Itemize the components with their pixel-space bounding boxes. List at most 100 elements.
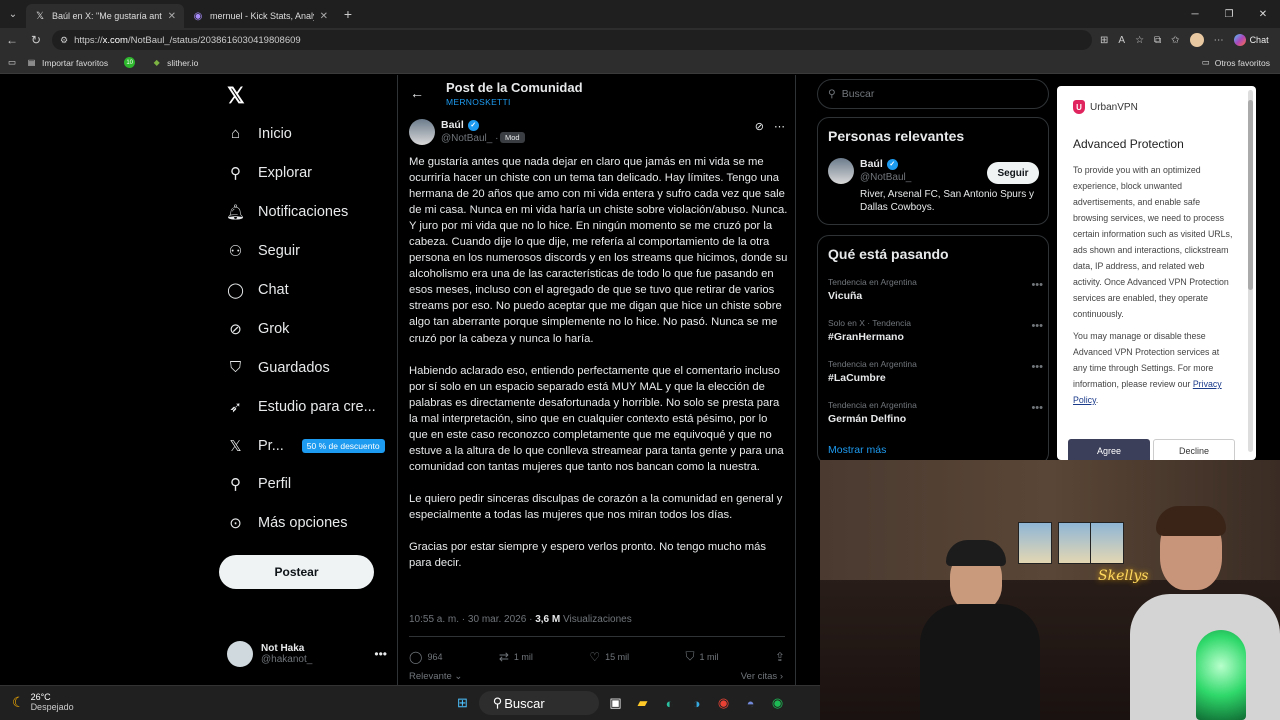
tab-sidebar-icon[interactable]: ▭ <box>8 57 16 68</box>
streamer-left <box>920 540 1040 720</box>
grok-explain-icon[interactable]: ⊘ <box>755 120 764 133</box>
app-install-icon[interactable]: ⊞ <box>1100 35 1108 46</box>
view-quotes-link[interactable]: Ver citas › <box>741 671 783 682</box>
avatar <box>227 641 253 667</box>
tab-actions-menu[interactable]: ⌄ <box>0 0 26 28</box>
nav-label: Notificaciones <box>258 203 349 220</box>
discord-icon[interactable]: ◓ <box>740 693 761 714</box>
close-tab-icon[interactable]: ✕ <box>168 11 176 22</box>
home-icon: ⌂ <box>230 125 241 142</box>
more-menu-icon[interactable]: ⋯ <box>1214 35 1224 46</box>
nav-item-home[interactable]: ⌂ Inicio <box>227 125 292 142</box>
urbanvpn-consent-popup: U UrbanVPN Advanced Protection To provid… <box>1057 86 1256 460</box>
file-explorer-icon[interactable]: ▰ <box>632 693 653 714</box>
author-name[interactable]: Baúl ✓ <box>441 119 479 131</box>
more-dots-icon[interactable]: ⋯ <box>774 120 785 133</box>
nav-item-chat[interactable]: ◯ Chat <box>227 281 289 299</box>
profile-avatar-icon[interactable] <box>1189 33 1204 47</box>
nav-item-bookmarks[interactable]: ⛉ Guardados <box>227 359 330 376</box>
card-title: Qué está pasando <box>828 246 949 262</box>
account-switcher[interactable]: Not Haka @hakanot_ ••• <box>227 641 387 667</box>
nav-item-explore[interactable]: ⚲ Explorar <box>227 164 312 182</box>
nav-item-more[interactable]: ⊙ Más opciones <box>227 514 347 532</box>
verified-badge-icon: ✓ <box>467 119 479 131</box>
bookmark-button[interactable]: ⛉ 1 mil <box>686 649 719 664</box>
person-name[interactable]: Baúl ✓ <box>860 158 898 170</box>
back-arrow-icon[interactable]: ← <box>410 85 424 101</box>
copilot-chat-button[interactable]: Chat <box>1233 34 1269 46</box>
show-more-link[interactable]: Mostrar más <box>828 444 886 456</box>
restore-icon[interactable]: ❐ <box>1212 0 1246 28</box>
back-icon[interactable]: ← <box>0 33 24 47</box>
follow-button[interactable]: Seguir <box>987 162 1039 184</box>
edge-dev-icon[interactable]: ◑ <box>686 693 707 714</box>
post-button[interactable]: Postear <box>219 555 374 589</box>
trend-item[interactable]: Solo en X · Tendencia #GranHermano ••• <box>828 318 1043 343</box>
browser-tab-active[interactable]: 𝕏 Baúl en X: "Me gustaría antes que ✕ <box>26 4 184 28</box>
spotify-icon[interactable]: ◉ <box>767 693 788 714</box>
post-header-actions: ⊘ ⋯ <box>755 120 785 133</box>
favorites-icon[interactable]: ✩ <box>1171 35 1179 46</box>
repost-button[interactable]: ⇄ 1 mil <box>499 649 533 664</box>
close-tab-icon[interactable]: ✕ <box>320 11 328 22</box>
weather-widget[interactable]: ☾ 26°C Despejado <box>12 692 74 712</box>
task-view-icon[interactable]: ▣ <box>605 693 626 714</box>
close-window-icon[interactable]: ✕ <box>1246 0 1280 28</box>
new-tab-button[interactable]: + <box>336 6 360 22</box>
avatar[interactable] <box>828 158 854 184</box>
more-circle-icon: ⊙ <box>229 514 242 532</box>
trend-item[interactable]: Tendencia en Argentina #LaCumbre ••• <box>828 359 1043 384</box>
reply-button[interactable]: ◯ 964 <box>409 649 442 664</box>
favorite-star-icon[interactable]: ☆ <box>1135 35 1144 46</box>
more-dots-icon[interactable]: ••• <box>374 647 387 661</box>
extensions-icon[interactable]: ⧉ <box>1154 35 1161 46</box>
browser-tab[interactable]: ◉ mernuel - Kick Stats, Analytics and ✕ <box>184 4 336 28</box>
folder-import-icon: ▤ <box>27 58 36 67</box>
more-dots-icon[interactable]: ••• <box>1031 361 1043 373</box>
read-aloud-icon[interactable]: A <box>1118 35 1125 46</box>
url-field[interactable]: ⚙ https://x.com/NotBaul_/status/20386160… <box>52 30 1092 50</box>
nav-item-premium[interactable]: 𝕏 Pr... 50 % de descuento <box>227 437 385 455</box>
search-input[interactable]: ⚲ Buscar <box>817 79 1049 109</box>
avatar[interactable] <box>409 119 435 145</box>
bookmark-10[interactable]: 10 <box>124 57 136 68</box>
taskbar-search[interactable]: ⚲ Buscar <box>479 691 599 715</box>
site-info-icon[interactable]: ⚙ <box>60 35 68 46</box>
more-dots-icon[interactable]: ••• <box>1031 402 1043 414</box>
trend-item[interactable]: Tendencia en Argentina Germán Delfino ••… <box>828 400 1043 425</box>
minimize-icon[interactable]: ─ <box>1178 0 1212 28</box>
sort-replies-dropdown[interactable]: Relevante ⌄ <box>409 671 462 682</box>
nav-item-grok[interactable]: ⊘ Grok <box>227 320 289 338</box>
decline-button[interactable]: Decline <box>1153 439 1235 460</box>
start-windows-icon[interactable]: ⊞ <box>452 693 473 714</box>
divider <box>409 636 785 637</box>
share-button[interactable]: ⇪ <box>775 649 785 664</box>
bookmark-import[interactable]: ▤ Importar favoritos <box>26 57 108 68</box>
reload-icon[interactable]: ↻ <box>24 33 48 47</box>
community-link[interactable]: MERNOSKETTI <box>446 97 511 107</box>
person-icon: ⚲ <box>230 475 241 493</box>
nav-item-follow[interactable]: ⚇ Seguir <box>227 242 300 260</box>
hair <box>1156 506 1226 536</box>
like-button[interactable]: ♡ 15 mil <box>589 649 629 664</box>
timestamp[interactable]: 10:55 a. m. · 30 mar. 2026 · <box>409 614 532 625</box>
repost-icon: ⇄ <box>498 649 509 664</box>
more-dots-icon[interactable]: ••• <box>1031 279 1043 291</box>
post-paragraph: Habiendo aclarado eso, entiendo perfecta… <box>409 364 784 473</box>
edge-icon[interactable]: ◐ <box>659 693 680 714</box>
nav-item-profile[interactable]: ⚲ Perfil <box>227 475 291 493</box>
more-dots-icon[interactable]: ••• <box>1031 320 1043 332</box>
search-placeholder: Buscar <box>841 88 875 100</box>
nav-item-notifications[interactable]: 🔔︎ Notificaciones <box>226 203 349 221</box>
agree-button[interactable]: Agree <box>1068 439 1150 460</box>
other-bookmarks[interactable]: ▭ Otros favoritos <box>1202 57 1270 68</box>
author-handle[interactable]: @NotBaul_ · <box>441 133 498 144</box>
scrollbar-thumb[interactable] <box>1248 100 1253 290</box>
bookmark-slither[interactable]: ◆ slither.io <box>151 57 199 68</box>
card-title: Personas relevantes <box>828 128 965 144</box>
nav-item-creator-studio[interactable]: ➶ Estudio para cre... <box>227 398 375 416</box>
popup-scrollbar[interactable] <box>1248 90 1253 452</box>
trend-item[interactable]: Tendencia en Argentina Vicuña ••• <box>828 277 1043 302</box>
x-logo-icon[interactable]: 𝕏 <box>227 83 245 109</box>
chrome-icon[interactable]: ◉ <box>713 693 734 714</box>
